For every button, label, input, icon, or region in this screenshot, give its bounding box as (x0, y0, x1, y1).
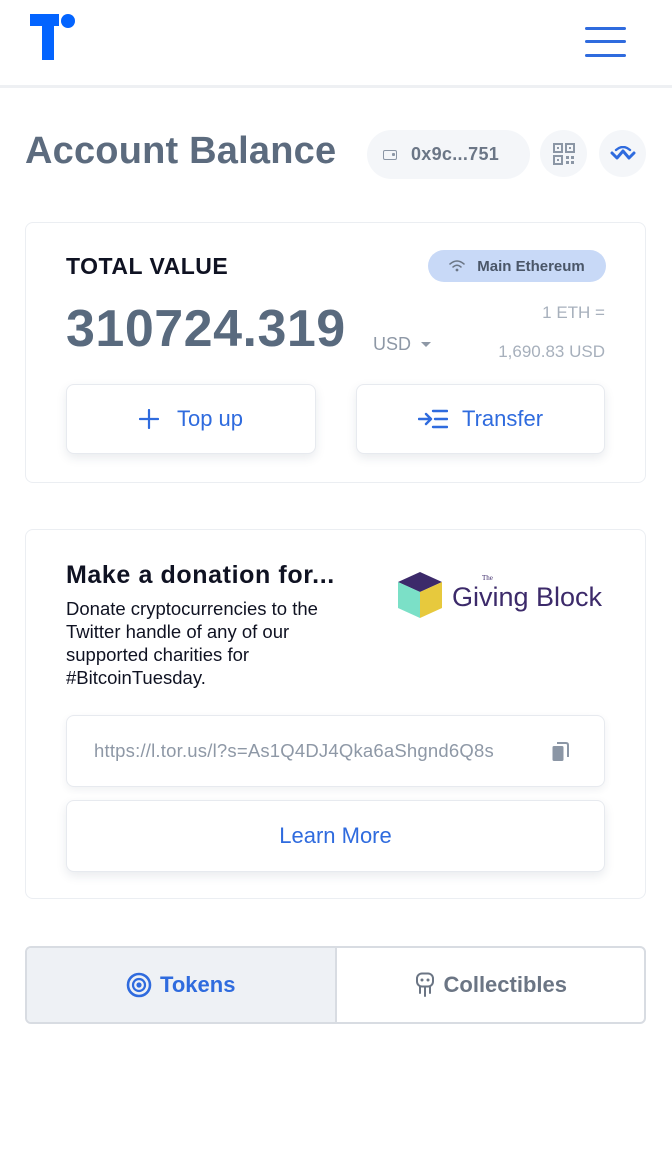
qr-code-button[interactable] (540, 130, 587, 177)
giving-block-logo-small: The (482, 574, 493, 582)
tab-collectibles[interactable]: Collectibles (337, 948, 645, 1022)
page-title: Account Balance (25, 130, 337, 172)
learn-more-label: Learn More (279, 823, 392, 848)
giving-block-logo: The Giving Block (398, 572, 603, 618)
walletconnect-button[interactable] (599, 130, 646, 177)
top-up-label: Top up (176, 406, 244, 431)
top-up-button[interactable]: Top up (66, 384, 316, 454)
network-badge[interactable]: Main Ethereum (428, 250, 606, 282)
wallet-address: 0x9c...751 (411, 144, 500, 164)
asset-tabs: Tokens Collectibles (25, 946, 646, 1024)
transfer-label: Transfer (461, 406, 544, 431)
chevron-down-icon (421, 342, 432, 347)
donation-description: Donate cryptocurrencies to the Twitter h… (66, 598, 318, 688)
learn-more-button[interactable]: Learn More (66, 800, 605, 872)
total-value-label: TOTAL VALUE (66, 253, 229, 279)
collectibles-icon (415, 972, 434, 997)
walletconnect-icon (610, 145, 635, 159)
network-label: Main Ethereum (477, 257, 585, 275)
exchange-rate-line2: 1,690.83 USD (498, 342, 605, 361)
copy-icon[interactable] (552, 742, 570, 762)
exchange-rate-line1: 1 ETH = (542, 303, 605, 322)
transfer-button[interactable]: Transfer (356, 384, 605, 454)
hamburger-menu-icon[interactable] (585, 26, 627, 58)
wifi-icon (449, 260, 465, 272)
currency-value: USD (373, 334, 412, 354)
giving-block-logo-text: Giving Block (452, 582, 603, 612)
tokens-icon (126, 972, 152, 998)
currency-select[interactable]: USD (373, 334, 432, 355)
tab-collectibles-label: Collectibles (443, 972, 567, 997)
donation-link: https://l.tor.us/l?s=As1Q4DJ4Qka6aShgnd6… (94, 740, 494, 761)
balance-value: 310724.319 (66, 300, 346, 358)
wallet-address-chip[interactable]: 0x9c...751 (367, 130, 530, 179)
tab-tokens-label: Tokens (160, 972, 236, 997)
qr-code-icon (552, 142, 575, 165)
wallet-icon (383, 149, 397, 160)
donation-title: Make a donation for... (66, 561, 335, 589)
tab-tokens[interactable]: Tokens (27, 948, 337, 1022)
transfer-icon (417, 409, 448, 429)
donation-card: Make a donation for... Donate cryptocurr… (25, 529, 646, 899)
donation-link-field[interactable]: https://l.tor.us/l?s=As1Q4DJ4Qka6aShgnd6… (66, 715, 605, 787)
total-value-card: TOTAL VALUE Main Ethereum 310724.319 USD… (25, 222, 646, 483)
torus-logo-icon[interactable] (30, 14, 80, 62)
top-bar (0, 0, 672, 88)
plus-icon (138, 409, 159, 429)
